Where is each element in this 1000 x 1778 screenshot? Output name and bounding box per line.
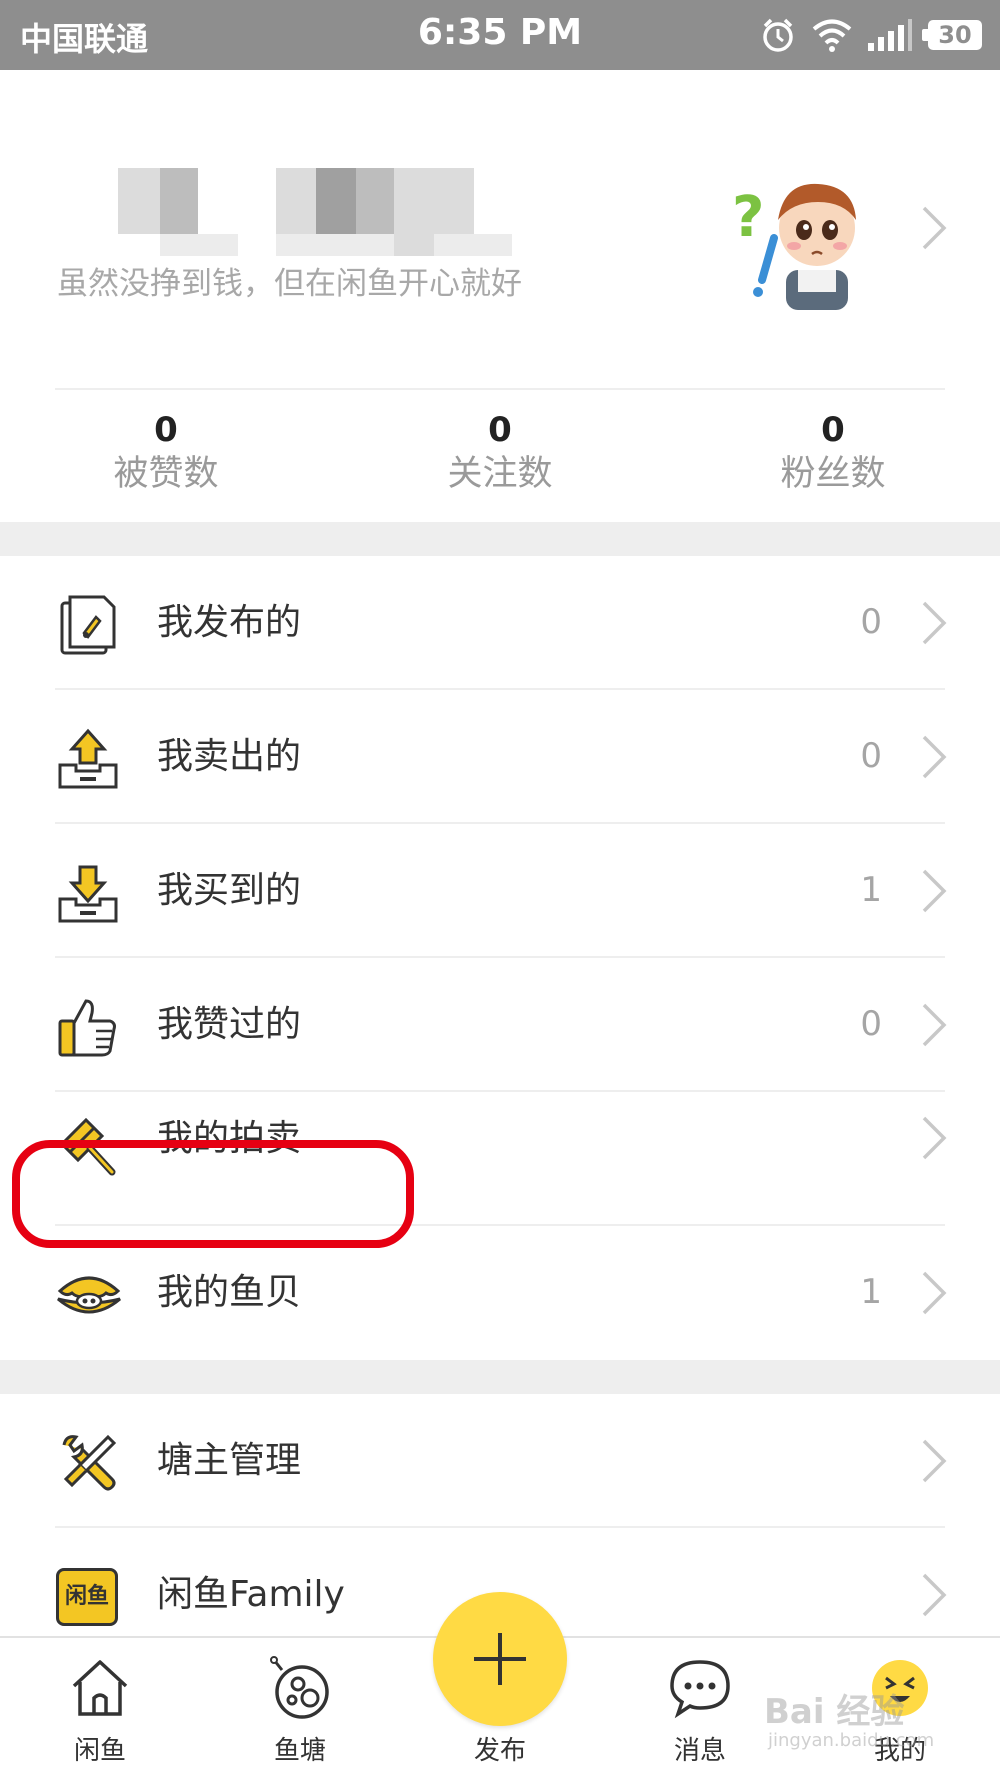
menu-item-bought[interactable]: 我买到的 1 xyxy=(0,824,1000,958)
tab-label: 闲鱼 xyxy=(73,1736,126,1766)
thumbs-up-icon xyxy=(58,999,116,1057)
menu-item-count: 1 xyxy=(860,870,882,910)
profile-header[interactable]: 虽然没挣到钱，但在闲鱼开心就好 ? 0 被赞数 0 关注数 0 粉丝数 xyxy=(0,70,1000,522)
signal-icon xyxy=(868,19,912,51)
stat-fans-label: 粉丝数 xyxy=(780,454,886,494)
stat-fans-value: 0 xyxy=(821,410,845,450)
stat-fans[interactable]: 0 粉丝数 xyxy=(733,410,933,496)
pond-icon xyxy=(270,1656,329,1719)
chevron-right-icon xyxy=(922,1271,947,1315)
bought-icon xyxy=(58,865,118,923)
stat-following[interactable]: 0 关注数 xyxy=(400,410,600,496)
chevron-right-icon xyxy=(922,601,947,645)
sold-icon xyxy=(58,728,118,789)
chevron-right-icon xyxy=(922,1439,947,1483)
chevron-right-icon xyxy=(922,735,947,779)
battery-icon: 30 xyxy=(922,20,982,50)
chevron-right-icon xyxy=(922,1003,947,1047)
publish-fab-button[interactable] xyxy=(433,1592,567,1726)
chevron-right-icon xyxy=(922,1573,947,1617)
chevron-right-icon xyxy=(922,869,947,913)
stat-likes-label: 被赞数 xyxy=(113,454,219,494)
stat-likes-value: 0 xyxy=(154,410,178,450)
menu-item-label: 我发布的 xyxy=(157,602,302,643)
menu-item-label: 塘主管理 xyxy=(157,1440,302,1481)
profile-divider xyxy=(55,388,945,390)
tab-xianyu[interactable]: 闲鱼 xyxy=(0,1638,200,1778)
wifi-icon xyxy=(812,19,852,52)
menu-item-label: 我买到的 xyxy=(157,870,302,911)
stat-likes[interactable]: 0 被赞数 xyxy=(66,410,266,496)
stat-following-value: 0 xyxy=(488,410,512,450)
menu-item-label: 我赞过的 xyxy=(157,1004,302,1045)
svg-text:?: ? xyxy=(732,185,764,250)
message-icon xyxy=(670,1660,730,1719)
plus-icon xyxy=(474,1633,526,1685)
cartoon-avatar[interactable]: ? xyxy=(726,158,870,318)
tab-label: 发布 xyxy=(473,1736,526,1766)
baidu-watermark: Bai 经验 xyxy=(764,1692,905,1732)
menu-item-count: 1 xyxy=(860,1272,882,1312)
stat-following-label: 关注数 xyxy=(447,454,553,494)
profile-motto: 虽然没挣到钱，但在闲鱼开心就好 xyxy=(57,266,522,302)
section-gap xyxy=(0,522,1000,556)
annotation-highlight xyxy=(12,1140,414,1248)
menu-item-published[interactable]: 我发布的 0 xyxy=(0,556,1000,690)
shell-icon xyxy=(57,1276,121,1314)
chevron-right-icon xyxy=(922,1116,947,1160)
menu-item-count: 0 xyxy=(860,736,882,776)
section-gap xyxy=(0,1360,1000,1394)
baidu-watermark-url: jingyan.baidu.com xyxy=(768,1730,935,1751)
menu-item-count: 0 xyxy=(860,1004,882,1044)
published-icon xyxy=(60,595,116,655)
family-badge-icon: 闲鱼 xyxy=(56,1568,118,1626)
tab-pond[interactable]: 鱼塘 xyxy=(200,1638,400,1778)
menu-item-count: 0 xyxy=(860,602,882,642)
menu-item-pond-admin[interactable]: 塘主管理 xyxy=(0,1394,1000,1528)
menu-item-label: 闲鱼Family xyxy=(157,1574,345,1615)
menu-item-liked[interactable]: 我赞过的 0 xyxy=(0,958,1000,1092)
profile-chevron-icon xyxy=(922,206,947,250)
alarm-icon xyxy=(763,18,793,52)
status-bar: 中国联通 6:35 PM 30 xyxy=(0,0,1000,70)
home-icon xyxy=(72,1660,128,1716)
tab-label: 鱼塘 xyxy=(273,1736,326,1766)
menu-item-label: 我卖出的 xyxy=(157,736,302,777)
menu-item-label: 我的鱼贝 xyxy=(157,1272,302,1313)
status-icons: 30 xyxy=(760,14,982,56)
tools-icon xyxy=(62,1434,117,1491)
menu-item-sold[interactable]: 我卖出的 0 xyxy=(0,690,1000,824)
